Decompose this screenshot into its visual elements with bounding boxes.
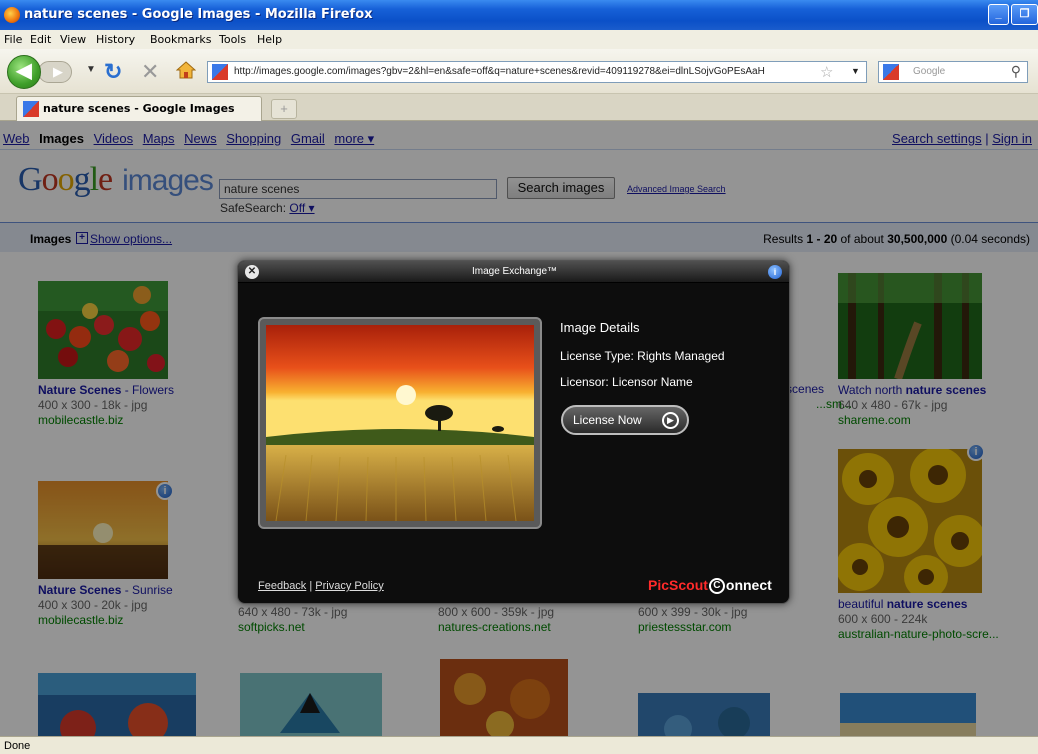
image-details-heading: Image Details [560,320,640,335]
forward-button[interactable]: ▶ [38,61,72,83]
privacy-policy-link[interactable]: Privacy Policy [315,580,383,592]
reload-icon[interactable]: ↻ [104,59,122,85]
tab-favicon [23,101,39,117]
picscout-connect-logo: PicScout Connect [648,577,772,595]
window-title: nature scenes - Google Images - Mozilla … [24,7,373,22]
image-preview[interactable] [266,325,534,522]
bookmark-star-icon[interactable]: ☆ [820,63,833,81]
back-button[interactable]: ◀ [7,55,41,89]
licensor: Licensor: Licensor Name [560,375,693,389]
tab-bar: nature scenes - Google Images + [0,94,1038,121]
license-now-button[interactable]: License Now ▶ [561,405,689,435]
address-bar[interactable]: http://images.google.com/images?gbv=2&hl… [207,61,867,83]
menu-help[interactable]: Help [257,33,282,46]
url-dropdown-icon[interactable]: ▼ [851,66,860,76]
license-type: License Type: Rights Managed [560,349,725,363]
search-engine-icon[interactable] [883,64,899,80]
search-placeholder: Google [913,66,946,77]
menu-bookmarks[interactable]: Bookmarks [150,33,211,46]
menu-history[interactable]: History [96,33,135,46]
feedback-link[interactable]: Feedback [258,580,306,592]
arrow-right-icon: ▶ [662,412,679,429]
menu-view[interactable]: View [60,33,86,46]
info-icon[interactable]: i [768,265,782,279]
stop-icon[interactable]: ✕ [141,59,159,85]
copyright-circle-icon: C [708,578,725,595]
menu-tools[interactable]: Tools [219,33,246,46]
url-text[interactable]: http://images.google.com/images?gbv=2&hl… [234,66,824,77]
navigation-toolbar: ▶ ◀ ▼ ↻ ✕ http://images.google.com/image… [0,49,1038,94]
page-content: Web Images Videos Maps News Shopping Gma… [0,121,1038,736]
menu-file[interactable]: File [4,33,22,46]
close-icon[interactable]: ✕ [245,265,259,279]
image-preview-frame [258,317,542,529]
firefox-icon [4,7,20,23]
tab-google-images[interactable]: nature scenes - Google Images [16,96,262,121]
history-dropdown-icon[interactable]: ▼ [86,64,96,75]
menu-edit[interactable]: Edit [30,33,51,46]
home-icon[interactable] [176,61,196,79]
search-bar[interactable]: Google ⚲ [878,61,1028,83]
menu-bar: File Edit View History Bookmarks Tools H… [0,30,1038,49]
image-exchange-dialog: Image Exchange™ ✕ i Image Details Licens… [237,260,790,604]
minimize-button[interactable]: _ [988,4,1009,25]
site-favicon [212,64,228,80]
new-tab-button[interactable]: + [271,99,297,119]
status-text: Done [4,740,31,752]
search-icon[interactable]: ⚲ [1011,63,1021,80]
status-bar: Done [0,736,1038,754]
dialog-footer: Feedback | Privacy Policy [258,580,384,592]
dialog-header: Image Exchange™ ✕ i [238,261,789,283]
window-titlebar: nature scenes - Google Images - Mozilla … [0,0,1038,30]
dialog-title: Image Exchange™ [471,266,558,277]
tab-label: nature scenes - Google Images [43,102,235,115]
maximize-button[interactable]: ❐ [1011,4,1038,25]
